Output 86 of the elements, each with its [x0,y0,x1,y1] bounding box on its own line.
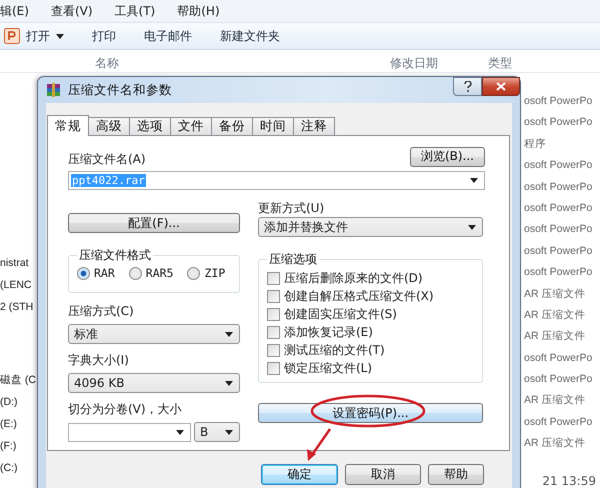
window-title: 压缩文件名和参数 [68,82,172,98]
toolbar-button[interactable]: 打印 [92,28,116,44]
toolbar-button[interactable]: 电子邮件 [144,28,192,44]
option-checkbox[interactable]: 添加恢复记录(E) [267,324,474,340]
browse-button[interactable]: 浏览(B)... [410,146,485,166]
option-checkbox[interactable]: 压缩后删除原来的文件(D) [267,270,474,286]
field-label: 压缩文件名(A) [68,151,146,168]
table-cell-text: osoft PowerPo [524,180,594,195]
tab[interactable]: 备份 [211,117,253,136]
dropdown-arrow-icon [468,224,476,230]
tab[interactable]: 文件 [170,117,212,136]
column-header[interactable]: 名称 [95,55,390,72]
menu-item[interactable]: 帮助(H) [177,2,220,20]
table-cell-text: osoft PowerPo [524,414,594,430]
dictionary-select[interactable]: 4096 KB [68,373,240,393]
table-cell-text: AR 压缩文件 [524,286,587,302]
close-icon [496,82,506,91]
tab[interactable]: 选项 [129,117,171,136]
nav-item[interactable]: (E:) [0,413,37,435]
option-checkbox[interactable]: 创建固实压缩文件(S) [267,306,474,322]
table-cell-text: osoft PowerPo [524,200,594,216]
table-cell-text: osoft PowerPo [524,372,594,388]
nav-item[interactable]: (LENC [0,274,37,296]
method-select[interactable]: 标准 [68,324,240,344]
column-header[interactable]: 修改日期 [390,55,488,72]
menu-item[interactable]: 工具(T) [114,2,156,20]
table-cell-text: AR 压缩文件 [524,393,587,408]
table-cell-text: osoft PowerPo [524,94,594,109]
dialog-button[interactable]: 确定 [261,464,338,485]
profiles-button[interactable]: 配置(F)... [68,213,240,233]
dropdown-arrow-icon [225,430,233,434]
field-label: 字典大小(I) [68,352,130,369]
presentation-file-icon [4,28,20,44]
archive-books-icon [46,82,62,98]
dropdown-arrow-icon [225,332,233,336]
option-checkbox[interactable]: 测试压缩的文件(T) [267,342,474,358]
nav-item[interactable]: nistrat [0,252,37,274]
field-label: 压缩方式(C) [68,303,135,320]
group-title: 压缩选项 [268,251,318,268]
table-cell-text: AR 压缩文件 [524,436,587,452]
date-cell: 21 13:59 [542,474,596,488]
dropdown-arrow-icon [470,178,478,183]
option-checkbox[interactable]: 锁定压缩文件(L) [267,360,474,376]
table-cell-text: 程序 [524,136,547,152]
field-label: 切分为分卷(V)，大小 [68,401,183,418]
tab[interactable]: 注释 [293,117,335,136]
split-size-field[interactable] [68,422,191,442]
toolbar-button[interactable]: 打开 [4,28,64,44]
menu-item[interactable]: 辑(E) [0,2,29,20]
table-cell-text: osoft PowerPo [524,244,594,259]
format-radio[interactable]: ZIP [187,266,226,280]
nav-item[interactable]: 磁盘 (C [0,369,37,391]
question-mark-icon [464,81,472,92]
dropdown-arrow-icon [176,430,184,434]
dropdown-arrow-icon [56,34,64,38]
format-radio[interactable]: RAR [77,266,115,280]
group-title: 压缩文件格式 [78,247,152,264]
update-mode-select[interactable]: 添加并替换文件 [258,217,483,237]
nav-item[interactable]: (F:) [0,435,37,457]
table-cell-text: AR 压缩文件 [524,329,587,344]
table-cell-text: osoft PowerPo [524,158,594,174]
table-cell-text: AR 压缩文件 [524,308,587,323]
table-cell-text: osoft PowerPo [524,350,594,366]
nav-item[interactable]: (C:) [0,457,37,479]
column-header[interactable]: 类型 [488,55,528,72]
table-cell-text: osoft PowerPo [524,265,594,280]
dropdown-arrow-icon [225,380,233,386]
split-unit-select[interactable]: B [194,422,240,442]
dialog-button[interactable]: 取消 [345,464,421,485]
tab[interactable]: 常规 [47,115,89,136]
tab[interactable]: 时间 [252,117,294,136]
format-radio[interactable]: RAR5 [128,266,174,280]
nav-item[interactable]: 2 (STH [0,296,37,318]
field-label: 更新方式(U) [258,200,326,217]
dialog-button[interactable]: 帮助 [428,464,484,485]
nav-item[interactable]: (D:) [0,391,37,413]
table-cell-text: osoft PowerPo [524,222,594,238]
table-cell-text: osoft PowerPo [524,115,594,130]
toolbar-button[interactable]: 新建文件夹 [220,28,280,44]
set-password-button[interactable]: 设置密码(P)... [258,403,483,423]
option-checkbox[interactable]: 创建自解压格式压缩文件(X) [267,288,474,304]
help-button[interactable] [453,77,482,96]
menu-item[interactable]: 查看(V) [50,2,93,20]
close-button[interactable] [482,77,520,96]
tab[interactable]: 高级 [88,117,130,136]
annotation-arrow [307,428,332,461]
